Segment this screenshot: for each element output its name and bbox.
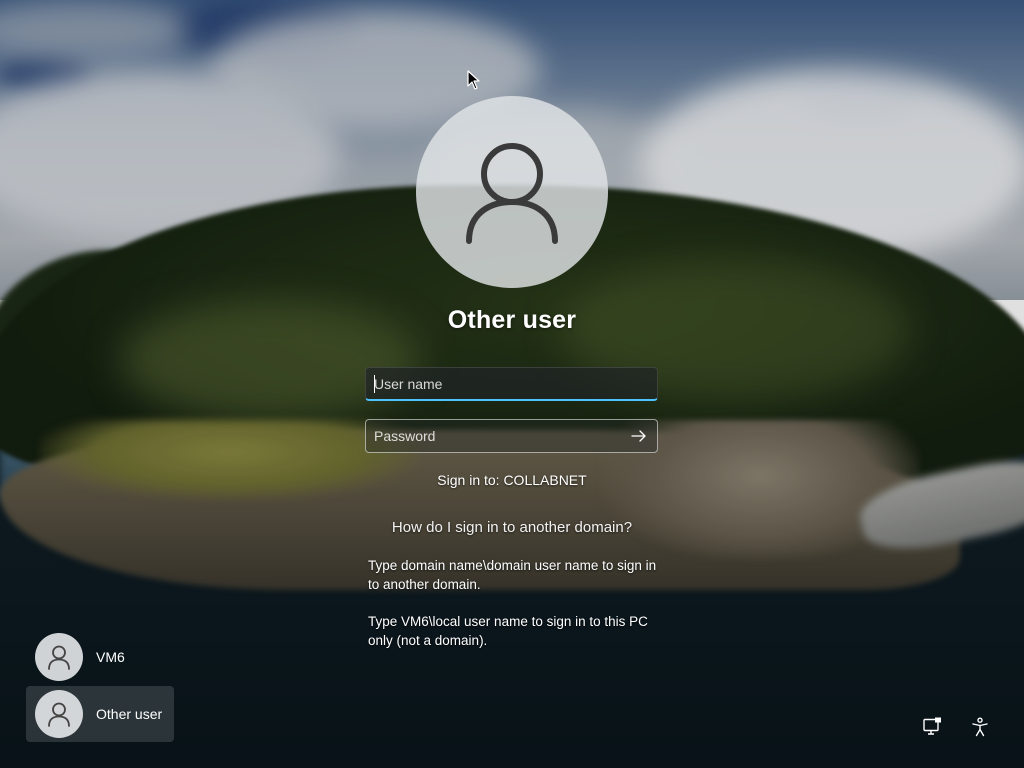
other-domain-help-link[interactable]: How do I sign in to another domain? (0, 519, 1024, 536)
domain-help-text: Type domain name\domain user name to sig… (368, 558, 657, 592)
username-field-container[interactable] (365, 367, 658, 401)
text-caret (374, 375, 375, 393)
submit-button[interactable] (627, 425, 651, 447)
username-input[interactable] (366, 375, 657, 392)
password-field-container[interactable] (365, 419, 658, 453)
arrow-right-icon (631, 430, 646, 442)
person-icon (466, 143, 558, 244)
accessibility-icon (972, 717, 988, 737)
user-avatar (416, 96, 608, 288)
password-input[interactable] (366, 428, 657, 444)
user-tile-label: VM6 (96, 649, 125, 665)
network-icon (923, 717, 941, 735)
accessibility-button[interactable] (967, 714, 993, 740)
sign-in-domain-label: Sign in to: COLLABNET (437, 472, 587, 488)
network-button[interactable] (919, 714, 945, 740)
avatar (35, 690, 83, 738)
user-tile-other-user[interactable]: Other user (26, 686, 174, 742)
person-icon (48, 702, 70, 727)
mouse-cursor-icon (467, 70, 480, 90)
local-help-text: Type VM6\local user name to sign in to t… (368, 614, 648, 648)
person-icon (48, 645, 70, 670)
avatar (35, 633, 83, 681)
user-tile-label: Other user (96, 706, 163, 722)
account-name: Other user (447, 306, 577, 334)
user-tile-vm6[interactable]: VM6 (26, 629, 174, 685)
